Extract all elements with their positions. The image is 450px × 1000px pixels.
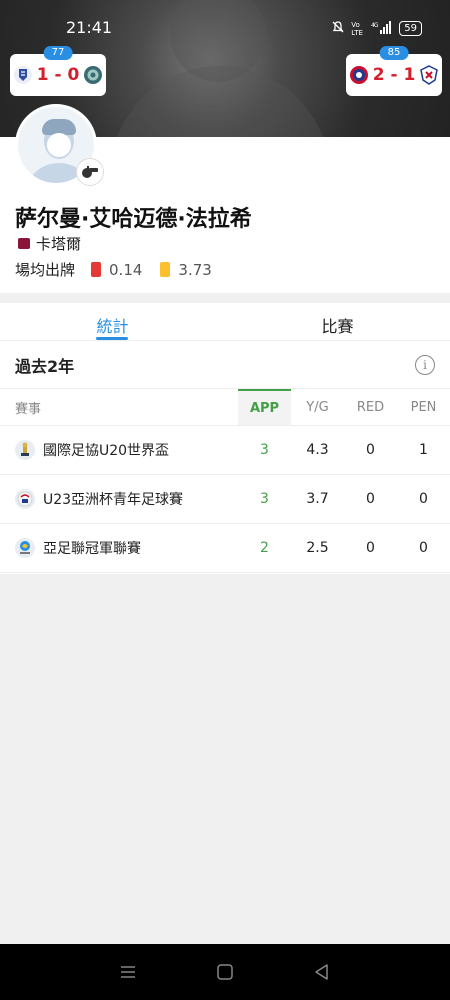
banner-background-body	[110, 66, 330, 137]
home-team-logo	[349, 65, 369, 85]
avatar-face-shape	[47, 133, 71, 157]
app-value: 2	[260, 540, 269, 556]
back-icon[interactable]	[307, 957, 337, 987]
battery-indicator: 59	[399, 21, 422, 36]
match-rating-badge: 77	[43, 46, 73, 60]
pen-value: 0	[419, 540, 428, 556]
yg-value: 4.3	[306, 442, 329, 458]
pen-value: 0	[419, 491, 428, 507]
col-pen[interactable]: PEN	[397, 389, 450, 425]
nation-flag-icon	[18, 238, 30, 249]
trophy-icon	[15, 440, 35, 460]
status-icons: Vo LTE 4G 59	[331, 20, 422, 37]
nation-label: 卡塔爾	[36, 235, 82, 253]
red-card-value: 0.14	[109, 260, 143, 279]
afc-cl-icon	[15, 538, 35, 558]
info-icon[interactable]: i	[415, 354, 435, 375]
svg-text:4G: 4G	[371, 22, 379, 29]
competition-name: 國際足協U20世界盃	[43, 443, 170, 459]
period-title: 過去2年	[15, 356, 75, 376]
yellow-card-value: 3.73	[178, 260, 212, 279]
competition-name: 亞足聯冠軍聯賽	[43, 541, 141, 557]
player-name: 萨尔曼·艾哈迈德·法拉希	[15, 207, 252, 232]
tab-matches[interactable]: 比賽	[225, 303, 450, 340]
referee-whistle-icon	[76, 158, 104, 186]
app-value: 3	[260, 491, 269, 507]
red-value: 0	[366, 491, 375, 507]
table-row[interactable]: 國際足協U20世界盃 3 4.3 0 1	[0, 426, 450, 475]
col-app[interactable]: APP	[238, 389, 291, 425]
competition-cell: U23亞洲杯青年足球賽	[0, 489, 238, 509]
table-row[interactable]: 亞足聯冠軍聯賽 2 2.5 0 0	[0, 524, 450, 573]
match-score: 1 - 0	[36, 65, 80, 85]
cards-label: 場均出牌	[15, 261, 76, 279]
tab-stats[interactable]: 統計	[0, 303, 225, 340]
cards-per-game: 場均出牌 0.14 3.73	[15, 259, 212, 280]
home-team-logo	[13, 65, 33, 85]
status-time: 21:41	[66, 18, 113, 37]
red-card-icon	[91, 262, 102, 277]
tab-bar: 統計 比賽	[0, 303, 450, 341]
yg-value: 2.5	[306, 540, 329, 556]
red-value: 0	[366, 442, 375, 458]
player-nation: 卡塔爾	[18, 233, 81, 254]
yg-value: 3.7	[306, 491, 329, 507]
col-competition: 賽事	[15, 401, 42, 417]
pen-value: 1	[419, 442, 428, 458]
afc-u23-icon	[15, 489, 35, 509]
match-score: 2 - 1	[372, 65, 416, 85]
stats-section: 過去2年 i 賽事 APP Y/G RED PEN 國際足協U20世界盃 3 4…	[0, 341, 450, 574]
mute-icon	[331, 20, 345, 37]
table-row[interactable]: U23亞洲杯青年足球賽 3 3.7 0 0	[0, 475, 450, 524]
volte-label: Vo LTE	[351, 20, 363, 37]
col-red[interactable]: RED	[344, 389, 397, 425]
signal-icon: 4G	[371, 20, 393, 37]
col-yg[interactable]: Y/G	[291, 389, 344, 425]
away-team-logo	[419, 65, 439, 85]
match-rating-badge: 85	[379, 46, 409, 60]
recent-match-card-1[interactable]: 77 1 - 0	[10, 46, 106, 96]
recent-match-card-2[interactable]: 85 2 - 1	[346, 46, 442, 96]
system-nav-bar	[0, 944, 450, 1000]
menu-icon[interactable]	[113, 957, 143, 987]
away-team-logo	[83, 65, 103, 85]
table-header: 賽事 APP Y/G RED PEN	[0, 389, 450, 426]
competition-name: U23亞洲杯青年足球賽	[43, 492, 184, 508]
competition-cell: 國際足協U20世界盃	[0, 440, 238, 460]
app-value: 3	[260, 442, 269, 458]
red-value: 0	[366, 540, 375, 556]
home-icon[interactable]	[210, 957, 240, 987]
competition-cell: 亞足聯冠軍聯賽	[0, 538, 238, 558]
yellow-card-icon	[160, 262, 171, 277]
period-row: 過去2年 i	[0, 341, 450, 389]
